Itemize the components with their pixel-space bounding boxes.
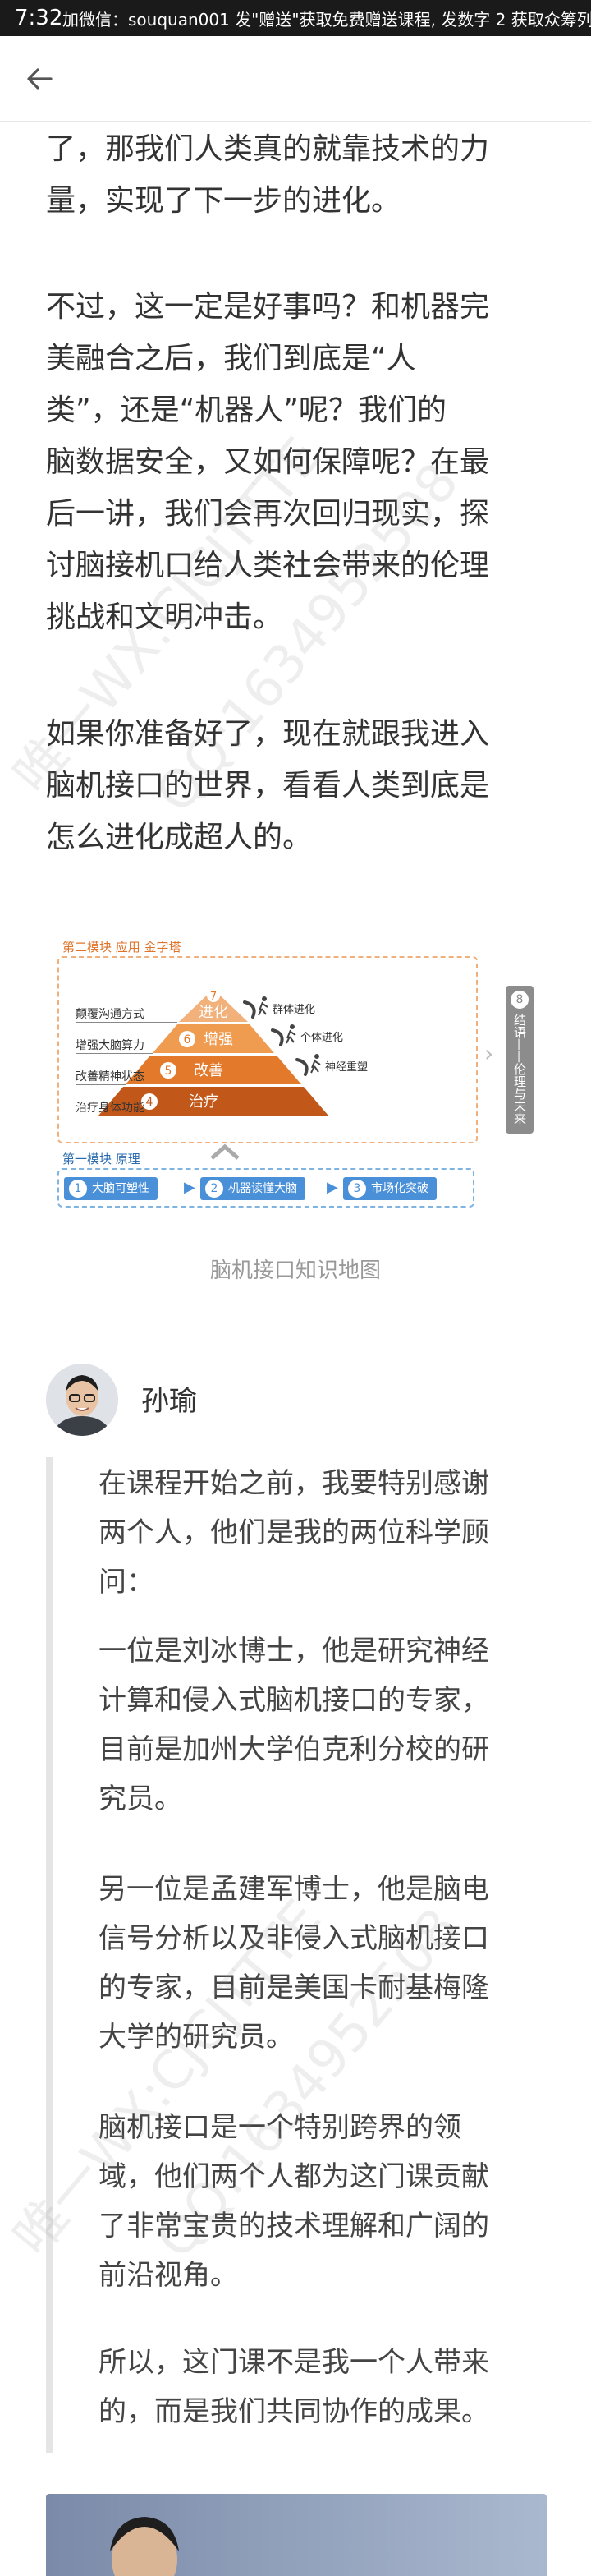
curved-arrow-icon (243, 1000, 256, 1019)
module1-title: 第一模块 原理 (62, 1152, 140, 1166)
text-line: 前沿视角。 (98, 2259, 238, 2292)
person-photo-icon (110, 2517, 179, 2576)
text-line: 在课程开始之前，我要特别感谢 (98, 1467, 489, 1500)
text-line: 美融合之后，我们到底是“人 (46, 342, 416, 375)
text-line: 的，而是我们共同协作的成果。 (98, 2395, 489, 2428)
side-num: 8 (511, 991, 529, 1009)
text-line: 一位是刘冰博士，他是研究神经 (98, 1635, 489, 1668)
principle-label: 机器读懂大脑 (228, 1182, 297, 1195)
principle-item: 1 大脑可塑性 (64, 1177, 158, 1200)
author-portrait-icon (46, 1364, 118, 1436)
text-line: 脑数据安全，又如何保障呢？在最 (46, 445, 490, 479)
text-line: 计算和侵入式脑机接口的专家， (98, 1684, 489, 1717)
figure-caption: 脑机接口知识地图 (209, 1258, 381, 1283)
text-line: 另一位是孟建军博士，他是脑电 (98, 1873, 489, 1906)
bottom-banner-image[interactable] (46, 2494, 547, 2576)
layer-4-num: 4 (146, 1096, 153, 1109)
text-line: 类”，还是“机器人”呢？我们的 (46, 393, 447, 427)
up-arrow-icon (210, 1143, 240, 1160)
back-arrow-icon (27, 68, 53, 90)
pyramid-left-label: 颠覆沟通方式 (76, 1008, 144, 1021)
text-line: 怎么进化成超人的。 (46, 821, 313, 854)
text-line: 问： (98, 1566, 154, 1598)
text-line: 脑机接口是一个特别跨界的领 (98, 2111, 461, 2144)
principle-num: 3 (348, 1180, 366, 1198)
principle-num: 2 (205, 1180, 223, 1198)
text-line: 量，实现了下一步的进化。 (46, 184, 401, 218)
avatar[interactable] (46, 1364, 118, 1436)
text-line: 不过，这一定是好事吗？和机器完 (46, 290, 490, 324)
article-paragraph-3: 如果你准备好了，现在就跟我进入 脑机接口的世界，看看人类到底是 怎么进化成超人的… (46, 708, 547, 863)
principle-label: 市场化突破 (371, 1182, 428, 1195)
knowledge-map-figure[interactable]: 第二模块 应用 金字塔 7 进化 6 增强 5 改善 4 治疗 颠覆沟通方式 增… (57, 935, 542, 1230)
pyramid-left-label: 改善精神状态 (76, 1070, 144, 1083)
principle-item: 2 机器读懂大脑 (200, 1177, 305, 1200)
layer-4-label: 治疗 (189, 1093, 218, 1111)
quote-bar (46, 1457, 53, 2453)
comment-paragraph-4: 脑机接口是一个特别跨界的领 域，他们两个人都为这门课贡献 了非常宝贵的技术理解和… (98, 2103, 546, 2300)
walking-figure-icon (286, 1024, 296, 1044)
pyramid-left-label: 增强大脑算力 (76, 1039, 144, 1052)
comment-paragraph-1: 在课程开始之前，我要特别感谢 两个人，他们是我的两位科学顾 问： (98, 1459, 546, 1607)
text-line: 的专家，目前是美国卡耐基梅隆 (98, 1971, 489, 2004)
label-underline (76, 1022, 177, 1023)
text-line: 挑战和文明冲击。 (46, 600, 283, 634)
arrow-right-icon: ▶ (327, 1179, 338, 1196)
author-name[interactable]: 孙瑜 (141, 1378, 197, 1419)
text-line: 域，他们两个人都为这门课贡献 (98, 2160, 489, 2193)
comment-paragraph-3: 另一位是孟建军博士，他是脑电 信号分析以及非侵入式脑机接口 的专家，目前是美国卡… (98, 1865, 546, 2062)
principle-frame: 1 大脑可塑性 ▶ 2 机器读懂大脑 ▶ 3 市场化突破 (57, 1168, 474, 1208)
principle-item: 3 市场化突破 (343, 1177, 437, 1200)
label-underline (76, 1084, 126, 1085)
text-line: 信号分析以及非侵入式脑机接口 (98, 1922, 489, 1955)
article-paragraph-2: 不过，这一定是好事吗？和机器完 美融合之后，我们到底是“人 类”，还是“机器人”… (46, 281, 547, 643)
comment-paragraph-5: 所以，这门课不是我一个人带来 的，而是我们共同协作的成果。 (98, 2338, 546, 2436)
comment-paragraph-2: 一位是刘冰博士，他是研究神经 计算和侵入式脑机接口的专家， 目前是加州大学伯克利… (98, 1626, 546, 1824)
text-line: 究员。 (98, 1782, 182, 1815)
curved-arrow-icon (296, 1058, 309, 1076)
text-line: 所以，这门课不是我一个人带来 (98, 2346, 489, 2379)
text-line: 目前是加州大学伯克利分校的研 (98, 1733, 489, 1766)
status-notice: 加微信：souquan001 发"赠送"获取免费赠送课程, 发数字 2 获取众筹… (62, 9, 591, 30)
side-text: 结语——伦理与未来 (512, 1014, 527, 1125)
principle-label: 大脑可塑性 (92, 1182, 149, 1195)
text-line: 如果你准备好了，现在就跟我进入 (46, 717, 490, 751)
text-line: 了非常宝贵的技术理解和广阔的 (98, 2210, 489, 2242)
layer-7-label: 进化 (199, 1004, 228, 1021)
pyramid-left-label: 治疗身体功能 (76, 1102, 144, 1115)
curved-arrow-icon (271, 1028, 284, 1046)
arrow-right-icon: ▶ (184, 1179, 195, 1196)
text-line: 讨脑接机口给人类社会带来的伦理 (46, 549, 490, 582)
text-line: 脑机接口的世界，看看人类到底是 (46, 769, 490, 803)
text-line: 两个人，他们是我的两位科学顾 (98, 1516, 489, 1549)
walking-figure-icon (258, 996, 268, 1016)
layer-7-num: 7 (210, 991, 217, 1003)
pyramid-right-label: 个体进化 (300, 1032, 344, 1044)
layer-5-num: 5 (165, 1065, 172, 1078)
status-bar: 7:32 加微信：souquan001 发"赠送"获取免费赠送课程, 发数字 2… (0, 0, 591, 36)
layer-5-label: 改善 (194, 1062, 223, 1079)
principle-num: 1 (69, 1180, 87, 1198)
text-line: 后一讲，我们会再次回归现实，探 (46, 497, 490, 531)
label-underline (76, 1053, 153, 1054)
pyramid-right-label: 群体进化 (273, 1004, 316, 1016)
text-line: 大学的研究员。 (98, 2021, 294, 2054)
walking-figure-icon (310, 1054, 321, 1074)
back-button[interactable] (18, 58, 61, 100)
text-line: 了，那我们人类真的就靠技术的力 (46, 132, 490, 166)
layer-6-label: 增强 (204, 1031, 233, 1048)
pyramid-right-label: 神经重塑 (325, 1061, 369, 1074)
layer-6-num: 6 (184, 1033, 191, 1046)
side-module-conclusion: 8 结语——伦理与未来 (506, 986, 534, 1134)
article-paragraph-1: 了，那我们人类真的就靠技术的力 量，实现了下一步的进化。 (46, 123, 547, 227)
app-header (0, 36, 591, 122)
chevron-right-icon: › (484, 1040, 494, 1067)
status-time: 7:32 (15, 6, 63, 30)
